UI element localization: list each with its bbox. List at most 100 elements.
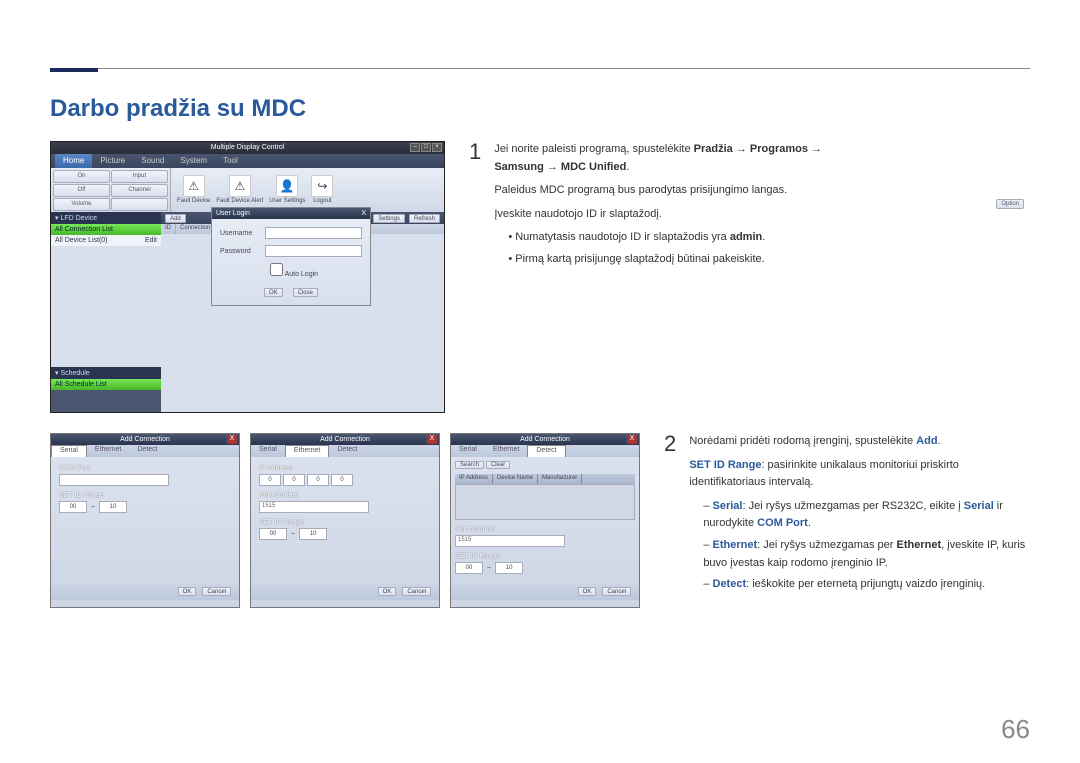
step1-p1: Paleidus MDC programą bus parodytas pris… (494, 182, 834, 200)
setid-range-d: 00 ~ 10 (455, 562, 635, 574)
col-ip-d: IP Address (455, 474, 493, 484)
main-body: ▾ LFD Device All Connection List All Dev… (51, 212, 444, 412)
mdc-main-screenshot: Multiple Display Control – □ × Home Pict… (50, 141, 445, 413)
clear-button[interactable]: Clear (486, 461, 510, 469)
password-input[interactable] (265, 245, 362, 257)
ok-eth[interactable]: OK (378, 587, 397, 596)
side-lfd[interactable]: ▾ LFD Device (51, 212, 161, 224)
fault-label: Fault Device (177, 198, 210, 204)
range-to-s[interactable]: 10 (99, 501, 127, 513)
b1-bold: admin (730, 231, 762, 243)
tab-ethernet-s[interactable]: Ethernet (87, 445, 129, 457)
port-input-d[interactable]: 1515 (455, 535, 565, 547)
setid-range-s: 00 ~ 10 (59, 501, 231, 513)
autologin-row: Auto Login (270, 263, 362, 278)
page-title: Darbo pradžia su MDC (50, 95, 1030, 123)
toolbar: On Input Off Channel Volume ⚠Fault Devic… (51, 168, 444, 212)
menu-sound[interactable]: Sound (133, 154, 172, 168)
tbtn-volume[interactable]: Volume (53, 198, 110, 211)
settings-button[interactable]: Settings (373, 214, 405, 223)
fault-alert-label: Fault Device Alert (216, 198, 263, 204)
ac-title-serial: Add ConnectionX (51, 434, 239, 445)
side-allsched[interactable]: All Schedule List (51, 379, 161, 390)
tbtn-blank[interactable] (111, 198, 168, 211)
ac-title-eth: Add ConnectionX (251, 434, 439, 445)
menu-picture[interactable]: Picture (92, 154, 133, 168)
search-button[interactable]: Search (455, 461, 484, 469)
menu-bar: Home Picture Sound System Tool (51, 154, 444, 168)
ok-serial[interactable]: OK (178, 587, 197, 596)
login-body: Username Password Auto Login OK Close (212, 219, 370, 305)
login-title-text: User Login (216, 210, 250, 217)
alldev-label: All Device List(0) (55, 237, 108, 244)
side-alldev[interactable]: All Device List(0) Edit (51, 235, 161, 247)
range-to-e[interactable]: 10 (299, 528, 327, 540)
ac-close-serial[interactable]: X (227, 435, 237, 444)
login-close2-button[interactable]: Close (293, 288, 318, 297)
range-from-s[interactable]: 00 (59, 501, 87, 513)
cancel-det[interactable]: Cancel (602, 587, 631, 596)
setid-range-e: 00 ~ 10 (259, 528, 431, 540)
fault-device-icon[interactable]: ⚠Fault Device (177, 175, 210, 205)
tbtn-channel[interactable]: Channel (111, 184, 168, 197)
ip-oct2[interactable]: 0 (283, 474, 305, 486)
user-settings-label: User Settings (269, 198, 305, 204)
username-input[interactable] (265, 227, 362, 239)
cancel-serial[interactable]: Cancel (202, 587, 231, 596)
range-from-d[interactable]: 00 (455, 562, 483, 574)
menu-system[interactable]: System (172, 154, 215, 168)
close-button[interactable]: × (432, 143, 442, 152)
ip-oct1[interactable]: 0 (259, 474, 281, 486)
tab-ethernet-e[interactable]: Ethernet (285, 445, 329, 457)
user-settings-icon[interactable]: 👤User Settings (269, 175, 305, 205)
range-to-d[interactable]: 10 (495, 562, 523, 574)
col-id: ID (161, 224, 176, 234)
ip-oct3[interactable]: 0 (307, 474, 329, 486)
logout-icon[interactable]: ↪Logout (311, 175, 333, 205)
login-close-button[interactable]: X (361, 210, 366, 217)
port-input[interactable]: 1515 (259, 501, 369, 513)
menu-home[interactable]: Home (55, 154, 92, 168)
comport-input[interactable] (59, 474, 169, 486)
ac-close-det[interactable]: X (627, 435, 637, 444)
tab-serial-d[interactable]: Serial (451, 445, 485, 457)
side-allconn[interactable]: All Connection List (51, 224, 161, 235)
fault-alert-icon[interactable]: ⚠Fault Device Alert (216, 175, 263, 205)
tab-ethernet-d[interactable]: Ethernet (485, 445, 527, 457)
tbtn-input[interactable]: Input (111, 170, 168, 183)
window-controls: – □ × (410, 143, 442, 152)
ac-btns-det: OK Cancel (451, 583, 639, 600)
detect-btns: Search Clear (455, 461, 635, 470)
ac-tabs-det: Serial Ethernet Detect (451, 445, 639, 457)
tab-serial-s[interactable]: Serial (51, 445, 87, 457)
maximize-button[interactable]: □ (421, 143, 431, 152)
login-titlebar: User Login X (212, 208, 370, 219)
minimize-button[interactable]: – (410, 143, 420, 152)
menu-tool[interactable]: Tool (215, 154, 246, 168)
cancel-eth[interactable]: Cancel (402, 587, 431, 596)
tbtn-on[interactable]: On (53, 170, 110, 183)
addconn-ethernet: Add ConnectionX Serial Ethernet Detect I… (250, 433, 440, 608)
ac-close-eth[interactable]: X (427, 435, 437, 444)
tbtn-off[interactable]: Off (53, 184, 110, 197)
port-field-d: Port Number 1515 (455, 526, 635, 547)
side-sched[interactable]: ▾ Schedule (51, 367, 161, 379)
tab-detect-s[interactable]: Detect (129, 445, 165, 457)
step1-intro: Jei norite paleisti programą, spustelėki… (494, 141, 834, 176)
range-tilde-d: ~ (487, 565, 491, 572)
option-button[interactable]: Option (996, 199, 1024, 209)
col-manu-d: Manufacturer (538, 474, 582, 484)
add-button[interactable]: Add (165, 214, 186, 223)
edit-link[interactable]: Edit (145, 237, 157, 244)
refresh-button[interactable]: Refresh (409, 214, 440, 223)
ac-tabs-eth: Serial Ethernet Detect (251, 445, 439, 457)
autologin-checkbox[interactable] (270, 263, 283, 276)
tab-detect-d[interactable]: Detect (527, 445, 565, 457)
tab-serial-e[interactable]: Serial (251, 445, 285, 457)
ok-det[interactable]: OK (578, 587, 597, 596)
login-ok-button[interactable]: OK (264, 288, 283, 297)
s2-eth-label: Ethernet (713, 539, 758, 551)
ip-oct4[interactable]: 0 (331, 474, 353, 486)
range-from-e[interactable]: 00 (259, 528, 287, 540)
tab-detect-e[interactable]: Detect (329, 445, 365, 457)
